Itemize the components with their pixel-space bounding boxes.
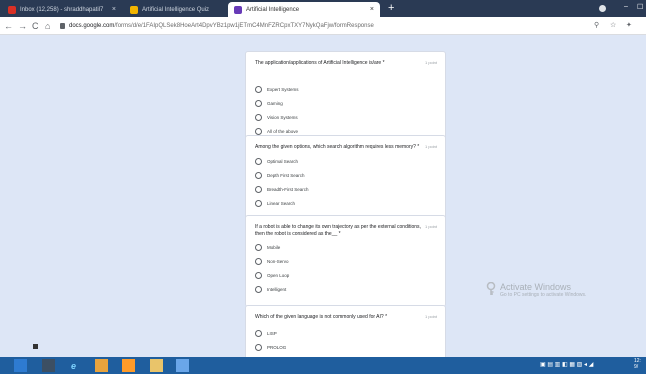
radio-option[interactable]: Depth First Search [255,172,305,179]
question-card: Which of the given language is not commo… [245,305,446,357]
tray-icons[interactable]: ▣ ▤ ▥ ◧ ▦ ▧ ◂ ◢ [540,361,593,368]
option-label: Open Loop [267,273,290,278]
tab-gmail[interactable]: Inbox (12,258) - shraddhapatil7 × [2,2,122,17]
url-path: /forms/d/e/1FAIpQLSek8HoeArt4DpvYBz1pw1j… [114,23,374,29]
question-card: If a robot is able to change its own tra… [245,215,446,307]
option-label: Optimal Search [267,159,299,164]
radio-option[interactable]: Optimal Search [255,158,298,165]
points-label: 1 point [424,224,437,229]
option-label: Vision Systems [267,115,298,120]
radio-button[interactable] [255,330,262,337]
radio-option[interactable]: Breadth-First Search [255,186,309,193]
key-icon [486,282,496,295]
radio-option[interactable]: Linear Search [255,200,295,207]
internet-explorer-icon[interactable]: e [67,359,80,372]
system-clock[interactable]: 12: 9/ [634,358,641,370]
option-label: Breadth-First Search [267,187,309,192]
radio-button[interactable] [255,258,262,265]
clock-date: 9/ [634,364,639,370]
close-icon[interactable]: × [104,6,116,13]
radio-button[interactable] [255,128,262,135]
gmail-icon [8,5,16,14]
radio-option[interactable]: Gaming [255,100,283,107]
option-label: Expert Systems [267,87,299,92]
radio-button[interactable] [255,200,262,207]
maximize-button[interactable]: ☐ [637,3,643,11]
file-explorer-icon[interactable] [150,359,163,372]
close-icon[interactable]: × [362,6,374,13]
desktop-icon[interactable] [42,359,55,372]
star-icon[interactable]: ☆ [610,21,616,29]
activate-windows-watermark: Activate Windows Go to PC settings to ac… [500,282,586,298]
option-label: All of the above [267,129,299,134]
radio-button[interactable] [255,186,262,193]
radio-button[interactable] [255,286,262,293]
minimize-button[interactable]: – [624,3,628,10]
tab-quiz[interactable]: Artificial Intelligence Quiz [124,2,224,17]
question-text: Among the given options, which search al… [255,144,420,150]
points-label: 1 point [424,314,437,319]
lock-icon [60,23,65,29]
page-viewport: The application/applications of Artifici… [0,35,646,357]
radio-option[interactable]: Expert Systems [255,86,299,93]
reload-icon[interactable]: C [32,19,39,33]
forward-icon[interactable]: → [18,19,27,33]
question-text: Which of the given language is not commo… [255,314,388,320]
radio-button[interactable] [255,272,262,279]
radio-option[interactable]: LISP [255,330,277,337]
home-icon[interactable]: ⌂ [45,19,50,33]
profile-icon[interactable] [599,5,606,12]
points-label: 1 point [424,144,437,149]
tab-title: Artificial Intelligence Quiz [142,6,210,13]
radio-option[interactable]: Vision Systems [255,114,298,121]
radio-option[interactable]: Intelligent [255,286,286,293]
extension-icon[interactable]: ✦ [626,21,632,29]
radio-option[interactable]: All of the above [255,128,298,135]
radio-option[interactable]: Mobile [255,244,280,251]
option-label: Mobile [267,245,281,250]
radio-button[interactable] [255,100,262,107]
question-text: If a robot is able to change its own tra… [255,224,421,237]
option-label: LISP [267,331,277,336]
watermark-title: Activate Windows [500,282,572,292]
google-docs-icon [130,5,138,14]
radio-button[interactable] [255,158,262,165]
radio-button[interactable] [255,244,262,251]
browser-tab-strip: Inbox (12,258) - shraddhapatil7 × Artifi… [0,0,646,17]
windows-taskbar: e ▣ ▤ ▥ ◧ ▦ ▧ ◂ ◢ 12: 9/ [0,357,646,374]
google-forms-icon [234,5,242,14]
url-host: docs.google.com [69,23,115,29]
option-label: Non-Servo [267,259,289,264]
points-label: 1 point [424,60,437,65]
tab-ai-form[interactable]: Artificial Intelligence × [228,2,380,17]
radio-option[interactable]: PROLOG [255,344,286,351]
tab-title: Inbox (12,258) - shraddhapatil7 [20,6,104,13]
chrome-icon[interactable] [95,359,108,372]
windows-start-icon[interactable] [14,359,27,372]
radio-button[interactable] [255,172,262,179]
sidebar-toggle-icon[interactable] [33,344,38,349]
search-icon[interactable]: ⚲ [594,21,599,29]
address-bar[interactable]: docs.google.com /forms/d/e/1FAIpQLSek8Ho… [60,20,620,32]
radio-button[interactable] [255,114,262,121]
option-label: Depth First Search [267,173,305,178]
radio-option[interactable]: Open Loop [255,272,289,279]
back-icon[interactable]: ← [4,19,13,33]
option-label: Gaming [267,101,283,106]
radio-button[interactable] [255,86,262,93]
radio-option[interactable]: Non-Servo [255,258,289,265]
question-text: The application/applications of Artifici… [255,60,385,66]
radio-button[interactable] [255,344,262,351]
option-label: Linear Search [267,201,296,206]
option-label: PROLOG [267,345,287,350]
photos-app-icon[interactable] [176,359,189,372]
watermark-subtitle: Go to PC settings to activate Windows. [500,292,587,298]
option-label: Intelligent [267,287,287,292]
tab-title: Artificial Intelligence [246,6,300,13]
new-tab-button[interactable]: + [388,2,394,15]
browser-toolbar: ← → C ⌂ docs.google.com /forms/d/e/1FAIp… [0,17,646,35]
media-app-icon[interactable] [122,359,135,372]
